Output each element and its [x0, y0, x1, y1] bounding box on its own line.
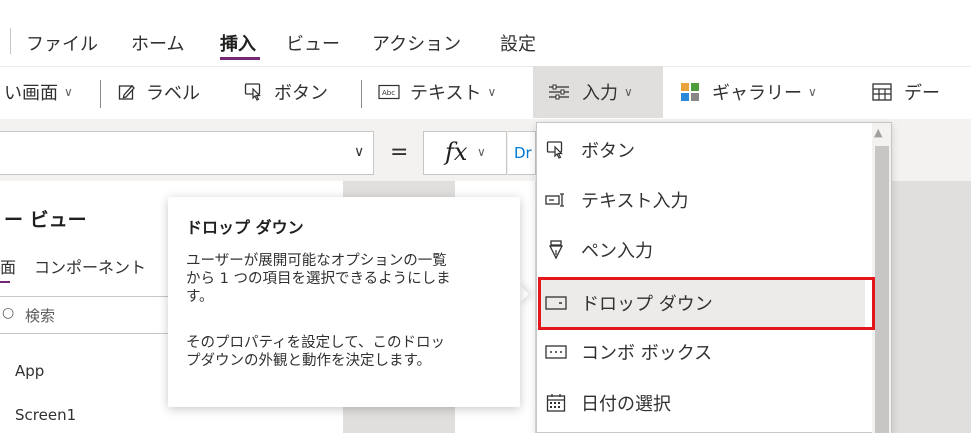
chevron-down-icon: ∨ — [64, 85, 73, 99]
dropdown-item-label: ボタン — [581, 141, 635, 162]
text-icon: Abc — [378, 84, 400, 100]
tooltip-description-2: そのプロパティを設定して、このドロッ プダウンの外観と動作を決定します。 — [186, 335, 445, 369]
calendar-icon — [545, 392, 567, 414]
tab-screens-underline — [0, 281, 10, 283]
chevron-down-icon: ∨ — [477, 145, 486, 159]
dropdown-item-label: テキスト入力 — [581, 191, 689, 212]
svg-text:Abc: Abc — [382, 89, 395, 97]
menu-insert-underline — [220, 57, 260, 60]
table-icon — [872, 83, 892, 101]
tab-screens[interactable]: 面 — [0, 254, 16, 278]
chevron-down-icon: ∨ — [487, 85, 497, 99]
menu-settings[interactable]: 設定 — [500, 30, 536, 56]
dropdown-item-label: 日付の選択 — [581, 394, 671, 415]
label-button-label: ラベル — [146, 83, 200, 104]
text-button-label: テキスト — [410, 83, 482, 104]
tab-components[interactable]: コンポーネント — [34, 254, 146, 278]
input-button-label: 入力 — [582, 83, 618, 104]
dropdown-item-combo-box[interactable]: コンボ ボックス — [545, 330, 867, 374]
equals-sign: = — [390, 140, 409, 165]
menu-action[interactable]: アクション — [372, 30, 461, 56]
data-table-button[interactable]: デー — [872, 78, 940, 106]
scrollbar-thumb[interactable] — [875, 146, 889, 433]
dropdown-item-button[interactable]: ボタン — [545, 128, 867, 172]
tooltip-description: ユーザーが展開可能なオプションの一覧 から 1 つの項目を選択できるようにしま … — [186, 253, 451, 305]
button-button-label: ボタン — [274, 83, 328, 104]
tree-item-screen1[interactable]: Screen1 — [15, 406, 76, 424]
formula-value: Dr — [514, 144, 532, 162]
chevron-down-icon: ∨ — [808, 85, 817, 99]
input-sliders-icon — [548, 83, 570, 101]
dropdown-item-label: コンボ ボックス — [581, 343, 713, 364]
gallery-button[interactable]: ギャラリー ∨ — [680, 78, 817, 106]
label-icon — [118, 83, 136, 101]
menu-home[interactable]: ホーム — [131, 30, 184, 56]
search-icon: ○ — [2, 305, 15, 321]
menu-divider — [10, 28, 11, 54]
button-button[interactable]: ボタン — [244, 78, 328, 106]
chevron-down-icon: ∨ — [624, 85, 633, 99]
panel-title: ー ビュー — [4, 209, 87, 231]
input-button[interactable]: 入力 ∨ — [548, 78, 633, 106]
ribbon-separator — [100, 80, 101, 108]
button-icon — [545, 139, 567, 161]
gallery-icon — [680, 82, 700, 102]
menu-insert[interactable]: 挿入 — [220, 30, 256, 56]
scroll-up-arrow-icon[interactable]: ▲ — [874, 126, 882, 139]
search-placeholder: 検索 — [25, 307, 56, 325]
new-screen-button[interactable]: い画面 ∨ — [4, 78, 73, 106]
combo-box-icon — [545, 341, 567, 363]
label-button[interactable]: ラベル — [118, 78, 200, 106]
dropdown-item-text-input[interactable]: テキスト入力 — [545, 178, 867, 222]
tooltip-title: ドロップ ダウン — [186, 218, 304, 237]
dropdown-item-label: ペン入力 — [581, 241, 653, 262]
data-table-label: デー — [904, 83, 940, 104]
dropdown-item-date-picker[interactable]: 日付の選択 — [545, 381, 867, 425]
pen-input-icon — [545, 239, 567, 261]
button-icon — [244, 82, 264, 102]
property-selector[interactable] — [0, 131, 374, 175]
chevron-down-icon[interactable]: ∨ — [354, 144, 364, 160]
menu-view[interactable]: ビュー — [286, 30, 340, 56]
gallery-button-label: ギャラリー — [712, 83, 802, 104]
tree-item-app[interactable]: App — [15, 362, 44, 380]
ribbon-separator — [361, 80, 362, 108]
fx-icon: fx — [445, 138, 468, 166]
text-input-icon — [545, 189, 567, 211]
text-button[interactable]: Abc テキスト ∨ — [378, 78, 496, 106]
menu-file[interactable]: ファイル — [26, 30, 98, 56]
new-screen-label: い画面 — [4, 83, 58, 104]
dropdown-item-pen-input[interactable]: ペン入力 — [545, 228, 867, 272]
selection-highlight-box — [538, 277, 875, 330]
